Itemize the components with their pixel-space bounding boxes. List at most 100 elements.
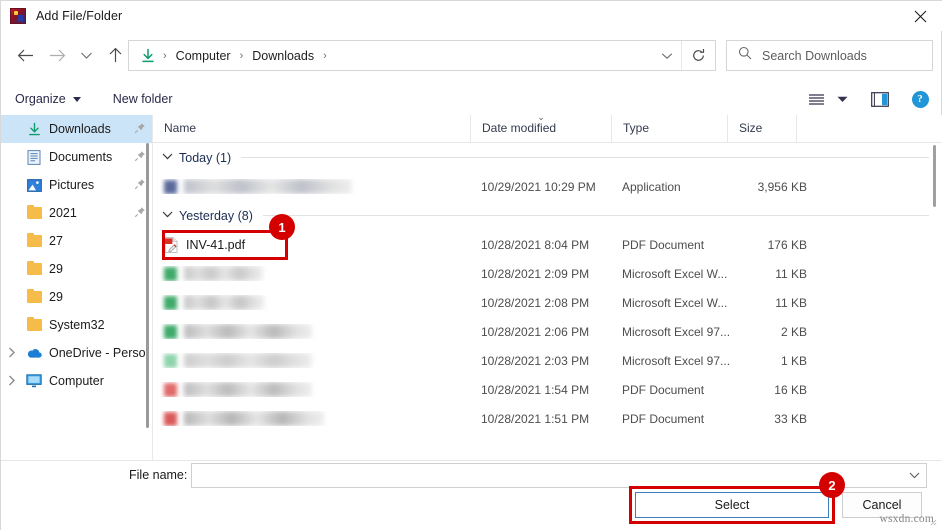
app-icon xyxy=(10,8,26,24)
table-row[interactable]: 10/28/2021 2:03 PMMicrosoft Excel 97...1… xyxy=(153,346,942,375)
file-date-cell: 10/28/2021 8:04 PM xyxy=(481,238,622,252)
file-list-scrollbar[interactable] xyxy=(929,143,939,460)
file-type-cell: PDF Document xyxy=(622,412,738,426)
annotation-badge-2: 2 xyxy=(819,472,845,498)
folder-icon xyxy=(23,207,45,219)
breadcrumb-separator: › xyxy=(233,50,251,62)
window-title: Add File/Folder xyxy=(36,9,122,23)
file-type-icon xyxy=(164,354,177,368)
search-input[interactable]: Search Downloads xyxy=(762,49,867,63)
sidebar-item-27[interactable]: 27 xyxy=(1,227,152,255)
view-list-icon[interactable] xyxy=(801,84,831,114)
command-bar: Organize New folder ? xyxy=(1,83,942,115)
select-button[interactable]: Select xyxy=(635,492,829,518)
resize-grip[interactable] xyxy=(927,516,937,526)
sidebar-scrollbar-thumb[interactable] xyxy=(146,143,149,428)
column-header-type[interactable]: Type xyxy=(611,115,727,142)
address-dropdown-icon[interactable] xyxy=(653,41,681,70)
file-date-cell: 10/28/2021 1:51 PM xyxy=(481,412,622,426)
redacted-file-name xyxy=(184,353,312,368)
help-icon[interactable]: ? xyxy=(905,84,935,114)
watermark: wsxdn.com xyxy=(879,513,934,525)
sidebar-item-downloads[interactable]: Downloads xyxy=(1,115,152,143)
back-icon[interactable] xyxy=(9,39,41,71)
preview-pane-icon[interactable] xyxy=(865,84,895,114)
file-date-cell: 10/28/2021 2:06 PM xyxy=(481,325,622,339)
downloads-icon xyxy=(140,48,156,64)
sidebar-item-label: 29 xyxy=(49,262,63,276)
column-header-blank[interactable] xyxy=(796,115,866,142)
refresh-icon[interactable] xyxy=(681,41,715,70)
navigation-sidebar: DownloadsDocuments Pictures 2021 27 29 29 Syst… xyxy=(1,115,153,460)
sidebar-item-29[interactable]: 29 xyxy=(1,255,152,283)
title-bar: Add File/Folder xyxy=(1,1,942,31)
breadcrumb-downloads[interactable]: Downloads xyxy=(250,49,316,63)
onedrive-icon xyxy=(23,347,45,359)
file-list-scrollbar-thumb[interactable] xyxy=(933,145,936,207)
expand-chevron-icon[interactable] xyxy=(1,347,23,360)
sidebar-item-label: Computer xyxy=(49,374,104,388)
table-row[interactable]: 10/28/2021 2:08 PMMicrosoft Excel W...11… xyxy=(153,288,942,317)
file-type-cell: PDF Document xyxy=(622,238,738,252)
column-header-date-modified[interactable]: ⌄ Date modified xyxy=(470,115,611,142)
file-date-cell: 10/28/2021 2:09 PM xyxy=(481,267,622,281)
table-row[interactable]: 10/28/2021 1:54 PMPDF Document16 KB xyxy=(153,375,942,404)
group-divider xyxy=(263,215,929,216)
view-controls: ? xyxy=(801,83,935,115)
chevron-down-icon xyxy=(73,97,81,102)
sidebar-item-2021[interactable]: 2021 xyxy=(1,199,152,227)
column-header-type-label: Type xyxy=(623,121,649,135)
file-type-cell: Microsoft Excel 97... xyxy=(622,354,738,368)
breadcrumb-separator[interactable]: › xyxy=(316,50,334,62)
sidebar-item-label: 27 xyxy=(49,234,63,248)
sidebar-item-onedrive-perso[interactable]: OneDrive - Perso xyxy=(1,339,152,367)
close-icon[interactable] xyxy=(897,1,942,31)
column-header-name[interactable]: Name xyxy=(153,115,470,142)
organize-button[interactable]: Organize xyxy=(15,83,81,115)
sidebar-scrollbar[interactable] xyxy=(143,143,151,428)
file-type-cell: Microsoft Excel W... xyxy=(622,296,738,310)
forward-icon[interactable] xyxy=(41,39,73,71)
sidebar-item-pictures[interactable]: Pictures xyxy=(1,171,152,199)
table-row[interactable]: 10/29/2021 10:29 PMApplication3,956 KB xyxy=(153,172,942,201)
file-name-cell xyxy=(153,266,481,281)
up-icon[interactable] xyxy=(99,39,131,71)
new-folder-button[interactable]: New folder xyxy=(113,83,173,115)
table-row[interactable]: 10/28/2021 2:09 PMMicrosoft Excel W...11… xyxy=(153,259,942,288)
chevron-down-icon[interactable] xyxy=(162,152,173,163)
breadcrumb-computer[interactable]: Computer xyxy=(174,49,233,63)
organize-label: Organize xyxy=(15,92,66,106)
file-group-header[interactable]: Today (1) xyxy=(153,143,942,172)
sidebar-item-label: Pictures xyxy=(49,178,94,192)
pin-icon[interactable] xyxy=(134,122,146,137)
table-row[interactable]: 10/28/2021 1:51 PMPDF Document33 KB xyxy=(153,404,942,433)
file-type-cell: Microsoft Excel W... xyxy=(622,267,738,281)
redacted-file-name xyxy=(184,324,312,339)
sidebar-item-documents[interactable]: Documents xyxy=(1,143,152,171)
redacted-file-name xyxy=(184,295,264,310)
table-row[interactable]: 10/28/2021 2:06 PMMicrosoft Excel 97...2… xyxy=(153,317,942,346)
view-dropdown-icon[interactable] xyxy=(831,84,853,114)
file-type-icon xyxy=(164,412,177,426)
select-button-label: Select xyxy=(715,498,750,512)
redacted-file-name xyxy=(184,266,263,281)
file-name-text: INV-41.pdf xyxy=(186,238,245,252)
sidebar-item-29[interactable]: 29 xyxy=(1,283,152,311)
sidebar-item-label: 29 xyxy=(49,290,63,304)
chevron-down-icon[interactable] xyxy=(162,210,173,221)
sidebar-item-system32[interactable]: System32 xyxy=(1,311,152,339)
column-header-size[interactable]: Size xyxy=(727,115,796,142)
file-name-cell xyxy=(153,179,481,194)
download-icon xyxy=(23,122,45,137)
address-bar[interactable]: › Computer › Downloads › xyxy=(128,40,716,71)
file-name-cell xyxy=(153,324,481,339)
main-area: DownloadsDocuments Pictures 2021 27 29 29 Syst… xyxy=(1,115,942,460)
sidebar-item-computer[interactable]: Computer xyxy=(1,367,152,395)
column-header-size-label: Size xyxy=(739,121,762,135)
search-box[interactable]: Search Downloads xyxy=(726,40,933,71)
file-name-dropdown-icon[interactable] xyxy=(902,470,926,482)
file-type-icon xyxy=(164,383,177,397)
recent-locations-icon[interactable] xyxy=(73,39,99,71)
expand-chevron-icon[interactable] xyxy=(1,375,23,388)
file-name-input[interactable] xyxy=(191,463,927,488)
